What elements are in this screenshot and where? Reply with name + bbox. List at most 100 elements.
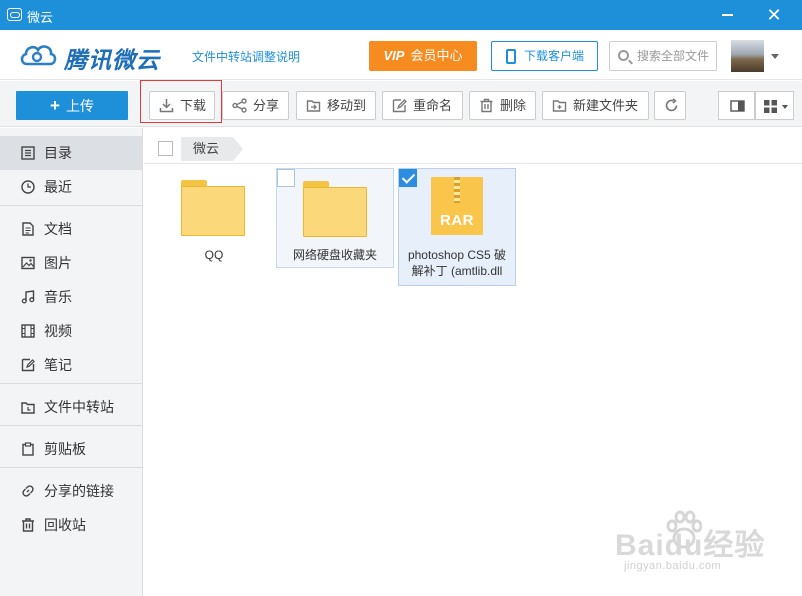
music-icon [21,290,35,304]
window-title: 微云 [27,10,54,25]
minimize-button[interactable] [722,14,733,16]
file-name-line-1: photoshop CS5 破 [407,248,507,262]
image-icon [21,256,35,270]
folder-icon [181,180,245,236]
sidebar-item-catalog[interactable]: 目录 [0,136,142,170]
weiyun-app-icon [7,8,22,21]
sidebar-item-label: 文档 [44,221,72,237]
share-icon [232,98,247,113]
title-bar: 微云 ✕ [0,0,802,30]
clock-icon [21,180,35,194]
new-folder-icon [552,100,567,112]
breadcrumb-item-root[interactable]: 微云 [181,137,244,161]
file-item-netdisk-folder[interactable]: 网络硬盘收藏夹 [276,168,394,268]
sidebar-item-label: 最近 [44,179,72,195]
detail-view-button[interactable] [718,91,755,120]
document-icon [22,222,34,236]
phone-icon [506,49,516,64]
file-item-qq-folder[interactable]: QQ [155,168,273,266]
file-checkbox[interactable] [277,169,295,187]
rar-badge: RAR [440,212,474,229]
file-item-photoshop-rar[interactable]: RAR photoshop CS5 破 解补丁 (amtlib.dll [398,168,516,286]
breadcrumb: 微云 [144,134,802,164]
upload-button[interactable]: + 上传 [16,91,128,120]
app-header: 腾讯微云 文件中转站调整说明 VIP 会员中心 下载客户端 [0,30,802,80]
sidebar-item-label: 剪贴板 [44,441,86,457]
share-button[interactable]: 分享 [222,91,289,120]
sidebar-item-label: 目录 [44,145,72,161]
sidebar-item-documents[interactable]: 文档 [0,212,142,246]
file-name: 网络硬盘收藏夹 [292,248,377,262]
plus-icon: + [50,96,60,115]
folder-icon [303,181,367,237]
new-folder-label: 新建文件夹 [573,98,639,113]
sidebar-item-label: 文件中转站 [44,399,114,415]
file-name-line-2: 解补丁 (amtlib.dll [411,264,503,278]
file-toolbar: + 上传 下载 分享 移动到 重命名 删除 新建文件夹 [0,81,802,127]
vip-center-label: 会员中心 [410,48,463,63]
grid-icon [764,100,777,113]
sidebar-item-label: 分享的链接 [44,483,114,499]
brand-logo-text: 腾讯微云 [64,47,160,73]
sidebar-item-video[interactable]: 视频 [0,314,142,348]
sidebar-item-shared-links[interactable]: 分享的链接 [0,474,142,508]
annotation-highlight-box [140,80,222,123]
delete-label: 删除 [500,98,527,113]
sidebar-item-notes[interactable]: 笔记 [0,348,142,382]
catalog-icon [21,146,35,160]
rename-icon [392,99,407,113]
video-icon [21,324,35,338]
sidebar-item-images[interactable]: 图片 [0,246,142,280]
sidebar-divider [0,383,142,384]
download-client-label: 下载客户端 [524,49,585,63]
clipboard-icon [22,442,34,456]
sidebar-item-recycle-bin[interactable]: 回收站 [0,508,142,542]
watermark-text: Baidu经验 [615,529,766,562]
vip-icon: VIP [383,48,405,63]
close-button[interactable]: ✕ [765,6,783,24]
transfer-notice-link[interactable]: 文件中转站调整说明 [192,48,300,65]
select-all-checkbox[interactable] [158,141,173,156]
rename-label: 重命名 [413,98,453,113]
note-icon [21,358,35,372]
sidebar-layout-icon [730,100,745,112]
sidebar-item-file-transfer[interactable]: 文件中转站 [0,390,142,424]
move-to-label: 移动到 [327,98,367,113]
sidebar-item-label: 音乐 [44,289,72,305]
chevron-down-icon[interactable] [771,54,779,59]
recycle-bin-icon [22,518,34,532]
chevron-down-icon [782,105,788,109]
vip-center-button[interactable]: VIP 会员中心 [369,41,477,71]
move-to-button[interactable]: 移动到 [296,91,376,120]
sidebar-item-label: 视频 [44,323,72,339]
share-label: 分享 [253,98,280,113]
user-avatar[interactable] [731,40,764,72]
watermark-url: jingyan.baidu.com [624,560,722,572]
search-box[interactable] [609,41,717,71]
refresh-button[interactable] [654,91,686,120]
upload-label: 上传 [65,98,94,114]
search-icon [618,50,629,61]
rename-button[interactable]: 重命名 [382,91,463,120]
sidebar-divider [0,205,142,206]
sidebar-divider [0,425,142,426]
delete-button[interactable]: 删除 [469,91,536,120]
rar-archive-icon: RAR [431,177,483,235]
download-client-button[interactable]: 下载客户端 [491,41,598,71]
sidebar-nav: 目录 最近 文档 图片 音乐 视频 笔记 文件中转站 剪贴板 分享的链接 回收站 [0,128,143,596]
sidebar-item-music[interactable]: 音乐 [0,280,142,314]
trash-icon [480,98,493,113]
move-icon [306,100,321,112]
sidebar-item-label: 回收站 [44,517,86,533]
file-name: QQ [204,248,224,262]
search-input[interactable] [637,47,715,65]
sidebar-item-recent[interactable]: 最近 [0,170,142,204]
refresh-icon [665,98,678,112]
grid-view-button[interactable] [755,91,794,120]
sidebar-item-label: 图片 [44,255,72,271]
sidebar-item-clipboard[interactable]: 剪贴板 [0,432,142,466]
file-checkbox-checked[interactable] [399,169,417,187]
new-folder-button[interactable]: 新建文件夹 [542,91,649,120]
link-icon [22,485,34,497]
sidebar-divider [0,467,142,468]
